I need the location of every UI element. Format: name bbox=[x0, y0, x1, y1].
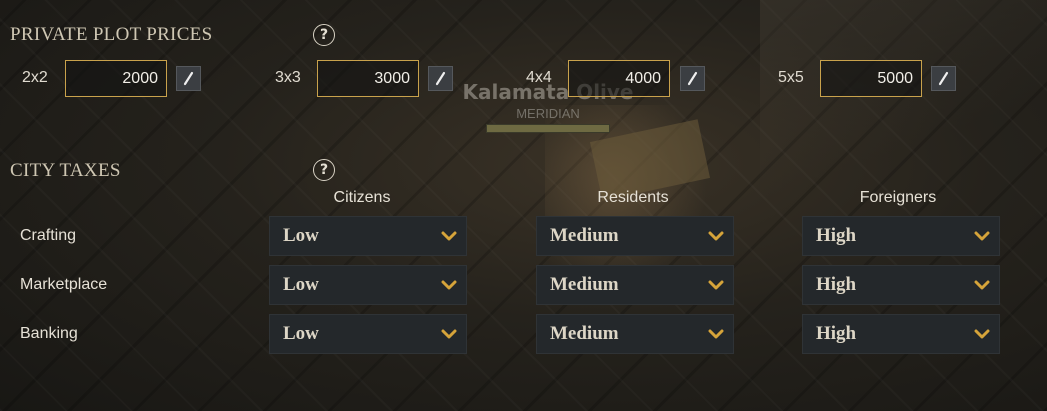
chevron-down-icon bbox=[974, 280, 990, 290]
tax-row-label-banking: Banking bbox=[20, 325, 78, 342]
plot-price-input[interactable]: 5000 bbox=[820, 60, 922, 97]
dropdown-value: High bbox=[816, 323, 857, 344]
pencil-icon bbox=[687, 71, 698, 86]
chevron-down-icon bbox=[974, 231, 990, 241]
chevron-down-icon bbox=[441, 231, 457, 241]
crafting-foreigners-dropdown[interactable]: High bbox=[802, 216, 1000, 256]
dropdown-value: Low bbox=[283, 323, 319, 344]
chevron-down-icon bbox=[708, 329, 724, 339]
dropdown-value: Medium bbox=[550, 225, 619, 246]
chevron-down-icon bbox=[441, 329, 457, 339]
marketplace-residents-dropdown[interactable]: Medium bbox=[536, 265, 734, 305]
plot-price-input[interactable]: 4000 bbox=[568, 60, 670, 97]
pencil-icon bbox=[183, 71, 194, 86]
plot-size-label: 2x2 bbox=[22, 69, 48, 86]
marketplace-citizens-dropdown[interactable]: Low bbox=[269, 265, 467, 305]
dropdown-value: High bbox=[816, 225, 857, 246]
chevron-down-icon bbox=[974, 329, 990, 339]
plot-prices-title: PRIVATE PLOT PRICES bbox=[10, 24, 213, 45]
pencil-icon bbox=[938, 71, 949, 86]
banking-residents-dropdown[interactable]: Medium bbox=[536, 314, 734, 354]
crafting-citizens-dropdown[interactable]: Low bbox=[269, 216, 467, 256]
chevron-down-icon bbox=[441, 280, 457, 290]
banking-foreigners-dropdown[interactable]: High bbox=[802, 314, 1000, 354]
character-health-bar bbox=[486, 124, 610, 133]
city-taxes-help-icon[interactable]: ? bbox=[313, 159, 335, 181]
dropdown-value: Medium bbox=[550, 274, 619, 295]
plot-size-label: 3x3 bbox=[275, 69, 301, 86]
plot-price-input[interactable]: 3000 bbox=[317, 60, 419, 97]
column-header-foreigners: Foreigners bbox=[859, 189, 937, 206]
plot-price-input[interactable]: 2000 bbox=[65, 60, 167, 97]
column-header-residents: Residents bbox=[597, 189, 669, 206]
pencil-icon bbox=[435, 71, 446, 86]
chevron-down-icon bbox=[708, 231, 724, 241]
plot-size-label: 4x4 bbox=[526, 69, 552, 86]
column-header-citizens: Citizens bbox=[333, 189, 391, 206]
plot-prices-help-icon[interactable]: ? bbox=[313, 24, 335, 46]
chevron-down-icon bbox=[708, 280, 724, 290]
dropdown-value: Low bbox=[283, 274, 319, 295]
dropdown-value: Medium bbox=[550, 323, 619, 344]
marketplace-foreigners-dropdown[interactable]: High bbox=[802, 265, 1000, 305]
edit-price-button[interactable] bbox=[680, 66, 705, 91]
dropdown-value: Low bbox=[283, 225, 319, 246]
edit-price-button[interactable] bbox=[176, 66, 201, 91]
guild-name: MERIDIAN bbox=[516, 106, 580, 121]
crafting-residents-dropdown[interactable]: Medium bbox=[536, 216, 734, 256]
city-taxes-title: CITY TAXES bbox=[10, 160, 121, 181]
dropdown-value: High bbox=[816, 274, 857, 295]
plot-size-label: 5x5 bbox=[778, 69, 804, 86]
tax-row-label-crafting: Crafting bbox=[20, 227, 77, 244]
edit-price-button[interactable] bbox=[931, 66, 956, 91]
tax-row-label-marketplace: Marketplace bbox=[20, 276, 108, 293]
edit-price-button[interactable] bbox=[428, 66, 453, 91]
banking-citizens-dropdown[interactable]: Low bbox=[269, 314, 467, 354]
